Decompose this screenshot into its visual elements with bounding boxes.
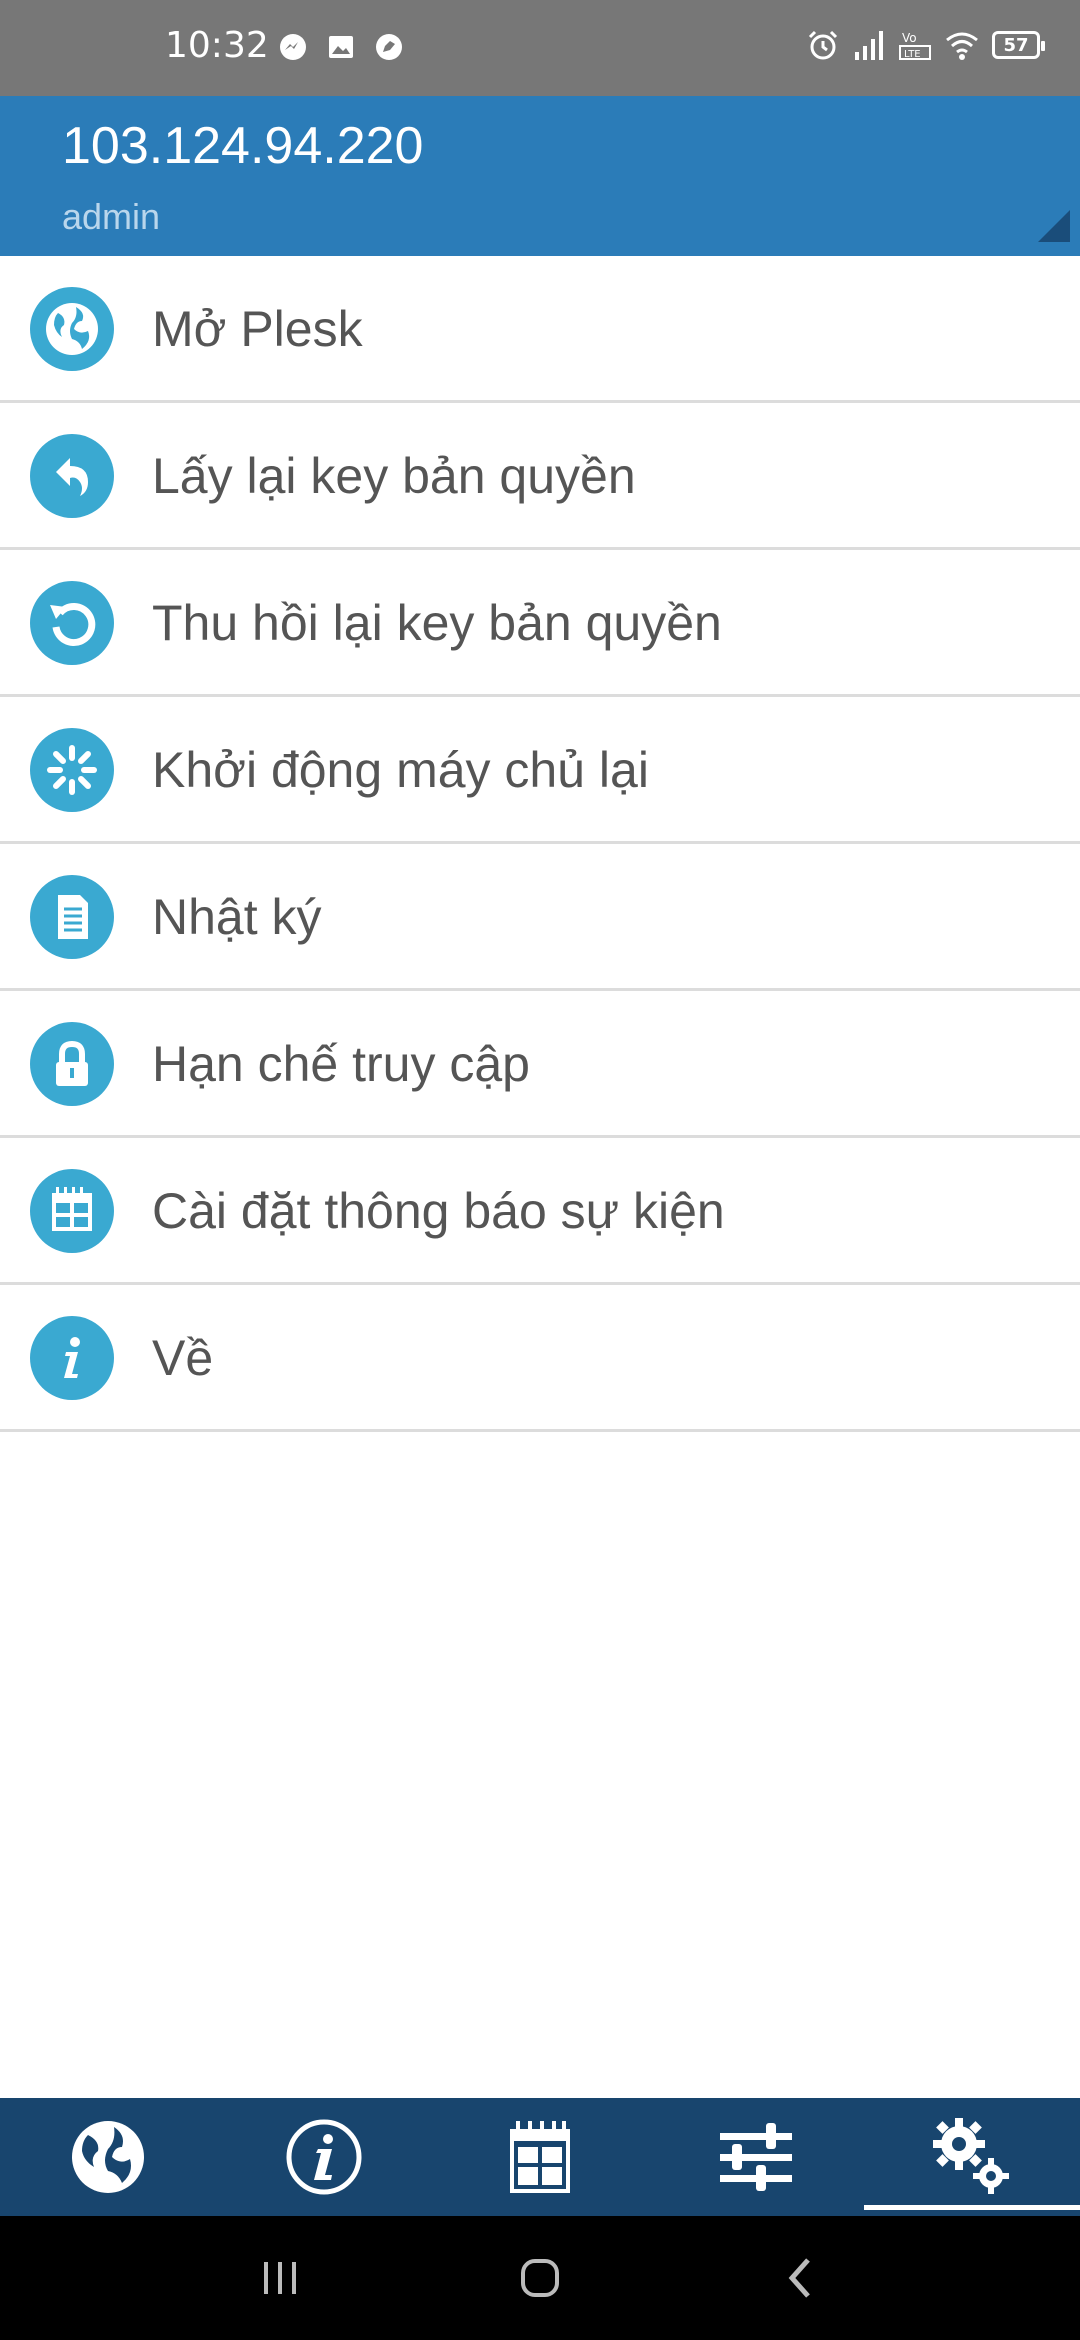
image-icon	[329, 36, 353, 58]
selected-tab-indicator	[864, 2205, 1080, 2210]
menu-item-label: Cài đặt thông báo sự kiện	[152, 1183, 725, 1239]
app-screen: 10:32 Vo LTE 57 103.124.94.220 admin Mở …	[0, 0, 1080, 2340]
svg-text:Vo: Vo	[902, 31, 917, 45]
status-time: 10:32	[165, 25, 269, 66]
signal-icon	[855, 31, 883, 60]
home-icon[interactable]	[518, 2256, 562, 2300]
lock-icon	[30, 1022, 114, 1106]
info-icon	[286, 2119, 362, 2195]
menu-item-log[interactable]: Nhật ký	[0, 844, 1080, 991]
volte-lte-icon: Vo LTE	[899, 31, 931, 60]
server-username: admin	[62, 196, 161, 237]
menu-item-restart-server[interactable]: Khởi động máy chủ lại	[0, 697, 1080, 844]
menu-item-label: Thu hồi lại key bản quyền	[152, 595, 722, 651]
tab-info[interactable]	[216, 2098, 432, 2216]
alarm-icon	[808, 30, 838, 60]
server-ip: 103.124.94.220	[62, 117, 424, 175]
menu-item-event-notification-settings[interactable]: Cài đặt thông báo sự kiện	[0, 1138, 1080, 1285]
back-icon[interactable]	[784, 2256, 816, 2300]
dropdown-corner-icon[interactable]	[1038, 210, 1070, 242]
server-header[interactable]: 103.124.94.220 admin	[0, 96, 1080, 256]
calendar-icon	[30, 1169, 114, 1253]
menu-item-label: Lấy lại key bản quyền	[152, 448, 636, 504]
messenger-icon	[280, 34, 306, 60]
status-bar: 10:32 Vo LTE 57	[0, 0, 1080, 96]
menu-item-label: Mở Plesk	[152, 301, 363, 357]
menu-item-open-plesk[interactable]: Mở Plesk	[0, 256, 1080, 403]
tab-calendar[interactable]	[432, 2098, 648, 2216]
menu-item-about[interactable]: Về	[0, 1285, 1080, 1432]
globe-icon	[30, 287, 114, 371]
menu-item-restrict-access[interactable]: Hạn chế truy cập	[0, 991, 1080, 1138]
system-status-icons: Vo LTE 57	[806, 28, 1045, 62]
recents-icon[interactable]	[260, 2256, 300, 2300]
chat-bubble-icon	[376, 34, 402, 60]
tab-sliders[interactable]	[648, 2098, 864, 2216]
battery-level: 57	[1003, 34, 1029, 56]
menu-item-label: Khởi động máy chủ lại	[152, 742, 649, 798]
calendar-icon	[510, 2121, 570, 2193]
svg-text:LTE: LTE	[904, 49, 921, 60]
undo-arrow-icon	[30, 434, 114, 518]
wifi-icon	[946, 32, 978, 60]
revoke-circle-arrow-icon	[30, 581, 114, 665]
bottom-tab-bar	[0, 2098, 1080, 2216]
document-icon	[30, 875, 114, 959]
tab-globe[interactable]	[0, 2098, 216, 2216]
loading-spinner-icon	[30, 728, 114, 812]
menu-item-revoke-license-key[interactable]: Thu hồi lại key bản quyền	[0, 550, 1080, 697]
battery-indicator: 57	[992, 31, 1045, 59]
settings-menu: Mở Plesk Lấy lại key bản quyền Thu hồi l…	[0, 256, 1080, 1432]
menu-item-label: Hạn chế truy cập	[152, 1036, 530, 1092]
menu-item-label: Về	[152, 1330, 214, 1386]
globe-icon	[72, 2121, 144, 2193]
system-nav-bar	[0, 2216, 1080, 2340]
menu-item-retrieve-license-key[interactable]: Lấy lại key bản quyền	[0, 403, 1080, 550]
gears-icon	[933, 2118, 1009, 2194]
sliders-icon	[720, 2123, 792, 2191]
info-icon	[30, 1316, 114, 1400]
tab-settings[interactable]	[864, 2098, 1080, 2216]
notification-icons	[278, 32, 404, 62]
menu-item-label: Nhật ký	[152, 889, 322, 945]
